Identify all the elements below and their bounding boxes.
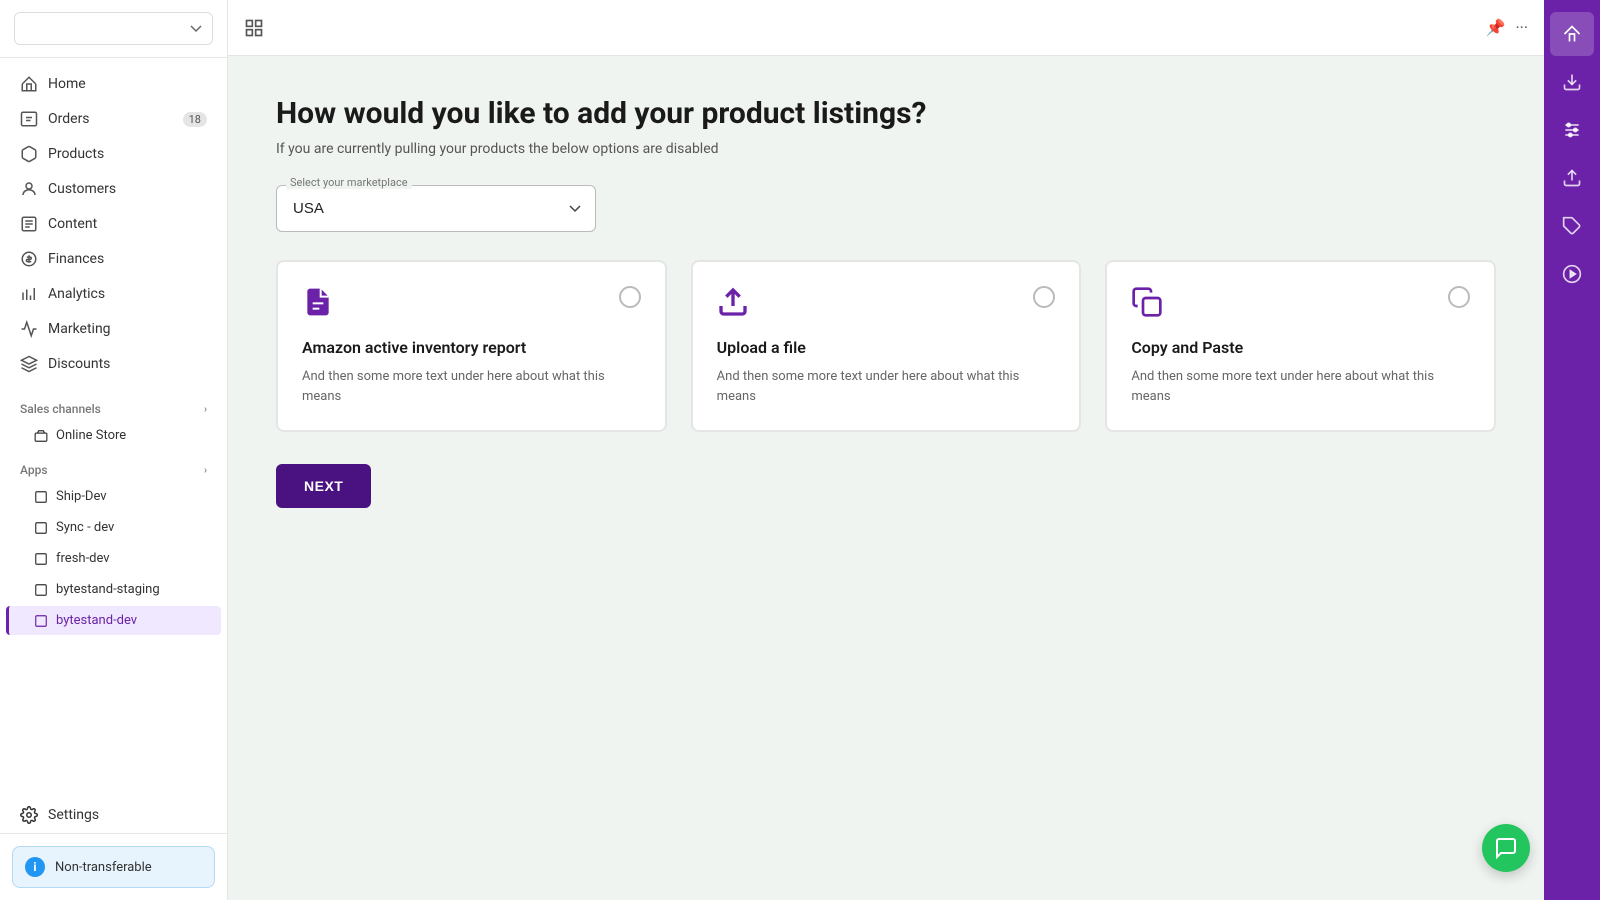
- sidebar-item-customers-label: Customers: [48, 181, 116, 197]
- analytics-icon: [20, 285, 38, 303]
- card-amazon-desc: And then some more text under here about…: [302, 367, 641, 406]
- products-icon: [20, 145, 38, 163]
- grid-icon: [244, 18, 264, 38]
- info-icon: i: [25, 857, 45, 877]
- card-top: [302, 286, 641, 318]
- settings-label: Settings: [48, 807, 99, 823]
- next-button[interactable]: NEXT: [276, 464, 371, 508]
- sidebar-item-fresh-dev[interactable]: fresh-dev: [6, 544, 221, 573]
- right-sliders-icon[interactable]: [1550, 108, 1594, 152]
- pin-icon: 📌: [1486, 18, 1506, 37]
- right-play-icon[interactable]: [1550, 252, 1594, 296]
- sales-channels-chevron: ›: [204, 404, 207, 415]
- radio-amazon[interactable]: [619, 286, 641, 308]
- top-bar: 📌 ···: [228, 0, 1544, 56]
- card-upload-title: Upload a file: [717, 338, 1056, 357]
- finances-icon: [20, 250, 38, 268]
- sidebar-item-ship-dev[interactable]: Ship-Dev: [6, 482, 221, 511]
- right-home-icon[interactable]: [1550, 12, 1594, 56]
- apps-label: Apps: [20, 463, 48, 477]
- main-content: How would you like to add your product l…: [228, 56, 1544, 900]
- marketplace-select-wrapper: Select your marketplace USA UK Canada Au…: [276, 185, 596, 232]
- apps-header[interactable]: Apps ›: [6, 455, 221, 481]
- orders-badge: 18: [183, 112, 207, 127]
- sidebar-item-discounts[interactable]: Discounts: [6, 347, 221, 381]
- upload-icon: [717, 286, 749, 318]
- customers-icon: [20, 180, 38, 198]
- option-cards-row: Amazon active inventory report And then …: [276, 260, 1496, 432]
- radio-upload[interactable]: [1033, 286, 1055, 308]
- discounts-icon: [20, 355, 38, 373]
- fresh-dev-label: fresh-dev: [56, 551, 110, 566]
- page-title: How would you like to add your product l…: [276, 96, 1496, 131]
- right-upload-icon[interactable]: [1550, 156, 1594, 200]
- non-transferable-label: Non-transferable: [55, 860, 152, 875]
- sidebar-item-marketing[interactable]: Marketing: [6, 312, 221, 346]
- card-amazon-title: Amazon active inventory report: [302, 338, 641, 357]
- settings-icon: [20, 806, 38, 824]
- sync-dev-label: Sync - dev: [56, 520, 114, 535]
- non-transferable-badge: i Non-transferable: [12, 846, 215, 888]
- left-sidebar: Home Orders 18 Products Customers: [0, 0, 228, 900]
- sidebar-item-analytics-label: Analytics: [48, 286, 105, 302]
- bytestand-staging-label: bytestand-staging: [56, 582, 160, 597]
- marketplace-label: Select your marketplace: [286, 176, 412, 189]
- card-copy-desc: And then some more text under here about…: [1131, 367, 1470, 406]
- card-top-3: [1131, 286, 1470, 318]
- sidebar-item-discounts-label: Discounts: [48, 356, 110, 372]
- store-selector[interactable]: [14, 12, 213, 45]
- main-wrapper: 📌 ··· How would you like to add your pro…: [228, 0, 1544, 900]
- sidebar-item-analytics[interactable]: Analytics: [6, 277, 221, 311]
- marketing-icon: [20, 320, 38, 338]
- chat-bubble-button[interactable]: [1482, 824, 1530, 872]
- sidebar-item-settings[interactable]: Settings: [6, 798, 221, 832]
- card-upload-desc: And then some more text under here about…: [717, 367, 1056, 406]
- sidebar-item-sync-dev[interactable]: Sync - dev: [6, 513, 221, 542]
- card-top-2: [717, 286, 1056, 318]
- online-store-label: Online Store: [56, 428, 126, 443]
- main-nav: Home Orders 18 Products Customers: [0, 58, 227, 390]
- page-subtitle: If you are currently pulling your produc…: [276, 141, 1496, 157]
- sidebar-item-content-label: Content: [48, 216, 97, 232]
- non-transferable-section: i Non-transferable: [0, 833, 227, 900]
- more-options-button[interactable]: ···: [1515, 18, 1528, 37]
- sales-channels-header[interactable]: Sales channels ›: [6, 394, 221, 420]
- orders-icon: [20, 110, 38, 128]
- sidebar-item-bytestand-staging[interactable]: bytestand-staging: [6, 575, 221, 604]
- card-copy-paste[interactable]: Copy and Paste And then some more text u…: [1105, 260, 1496, 432]
- bytestand-dev-label: bytestand-dev: [56, 613, 137, 628]
- sidebar-item-content[interactable]: Content: [6, 207, 221, 241]
- sidebar-item-orders-label: Orders: [48, 111, 90, 127]
- sidebar-item-orders[interactable]: Orders 18: [6, 102, 221, 136]
- right-tag-icon[interactable]: [1550, 204, 1594, 248]
- home-icon: [20, 75, 38, 93]
- right-sidebar: [1544, 0, 1600, 900]
- sidebar-item-home-label: Home: [48, 76, 86, 92]
- sidebar-item-home[interactable]: Home: [6, 67, 221, 101]
- sidebar-top: [0, 0, 227, 58]
- sales-channels-label: Sales channels: [20, 402, 101, 416]
- sidebar-item-finances-label: Finances: [48, 251, 104, 267]
- card-amazon-inventory[interactable]: Amazon active inventory report And then …: [276, 260, 667, 432]
- right-download-icon[interactable]: [1550, 60, 1594, 104]
- sidebar-item-customers[interactable]: Customers: [6, 172, 221, 206]
- sidebar-item-products[interactable]: Products: [6, 137, 221, 171]
- content-icon: [20, 215, 38, 233]
- radio-copy[interactable]: [1448, 286, 1470, 308]
- ship-dev-label: Ship-Dev: [56, 489, 107, 504]
- sidebar-item-marketing-label: Marketing: [48, 321, 111, 337]
- apps-chevron: ›: [204, 465, 207, 476]
- top-bar-right: 📌 ···: [1486, 18, 1528, 37]
- document-icon: [302, 286, 334, 318]
- copy-icon: [1131, 286, 1163, 318]
- card-upload-file[interactable]: Upload a file And then some more text un…: [691, 260, 1082, 432]
- sidebar-item-online-store[interactable]: Online Store: [6, 421, 221, 450]
- sidebar-item-products-label: Products: [48, 146, 104, 162]
- marketplace-select[interactable]: USA UK Canada Australia Germany: [276, 185, 596, 232]
- sidebar-item-finances[interactable]: Finances: [6, 242, 221, 276]
- card-copy-title: Copy and Paste: [1131, 338, 1470, 357]
- sidebar-item-bytestand-dev[interactable]: bytestand-dev: [6, 606, 221, 635]
